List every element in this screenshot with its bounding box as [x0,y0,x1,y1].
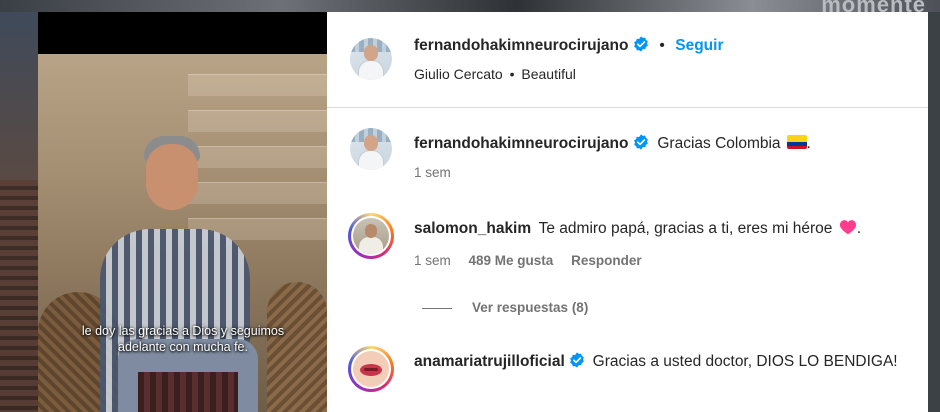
video-subtitle: le doy las gracias a Dios y seguimos ade… [81,324,285,354]
caption-content: fernandohakimneurocirujano Gracias Colom… [414,134,811,153]
audio-separator: • [509,66,515,82]
caption-trailing: . [806,135,811,152]
caption-username[interactable]: fernandohakimneurocirujano [414,135,628,152]
view-replies-label: Ver respuestas (8) [472,300,589,315]
comment-username[interactable]: salomon_hakim [414,220,531,237]
background-strip [0,0,940,12]
post-header: fernandohakimneurocirujano • Seguir Giul… [327,12,928,108]
caption-text: Gracias Colombia [657,135,781,152]
verified-badge-icon [570,352,585,368]
post-side-panel: fernandohakimneurocirujano • Seguir Giul… [327,12,928,412]
audio-info: Giulio Cercato • Beautiful [414,66,576,82]
comment-likes[interactable]: 489 Me gusta [469,253,554,268]
comment-time[interactable]: 1 sem [414,253,451,268]
comment-trailing: . [856,220,862,237]
verified-badge-icon [634,36,648,52]
verified-badge-icon [634,134,648,150]
background-right-image [928,12,940,412]
pink-heart-icon [839,220,856,235]
comment-content: salomon_hakim Te admiro papá, gracias a … [414,219,861,238]
commenter-avatar-ring[interactable] [348,213,394,259]
video-player[interactable]: le doy las gracias a Dios y seguimos ade… [38,12,327,412]
reply-button[interactable]: Responder [571,253,642,268]
caption-avatar[interactable] [350,128,392,170]
author-username[interactable]: fernandohakimneurocirujano [414,37,628,54]
post-modal: le doy las gracias a Dios y seguimos ade… [38,12,928,412]
commenter-avatar [353,351,389,387]
view-replies[interactable]: Ver respuestas (8) [422,300,588,315]
comment-meta: 1 sem 489 Me gusta Responder [414,253,642,268]
background-building [0,180,38,412]
header-separator: • [659,37,665,54]
commenter-avatar [353,218,389,254]
caption-time[interactable]: 1 sem [414,165,451,180]
video-frame: le doy las gracias a Dios y seguimos ade… [38,54,327,412]
replies-divider [422,307,452,309]
commenter-avatar-ring[interactable] [348,346,394,392]
follow-button[interactable]: Seguir [675,37,723,54]
header-title-row: fernandohakimneurocirujano • Seguir [414,36,723,55]
audio-artist[interactable]: Giulio Cercato [414,66,503,82]
audio-track[interactable]: Beautiful [521,66,575,82]
comment-text: Te admiro papá, gracias a ti, eres mi hé… [538,220,833,237]
author-avatar[interactable] [350,38,392,80]
speaker-face [146,144,198,210]
stool [138,372,238,412]
comment-text: Gracias a usted doctor, DIOS LO BENDIGA! [592,353,898,370]
colombia-flag-icon [786,135,807,149]
comment-username[interactable]: anamariatrujilloficial [414,353,565,370]
comment-content: anamariatrujilloficial Gracias a usted d… [414,351,904,373]
